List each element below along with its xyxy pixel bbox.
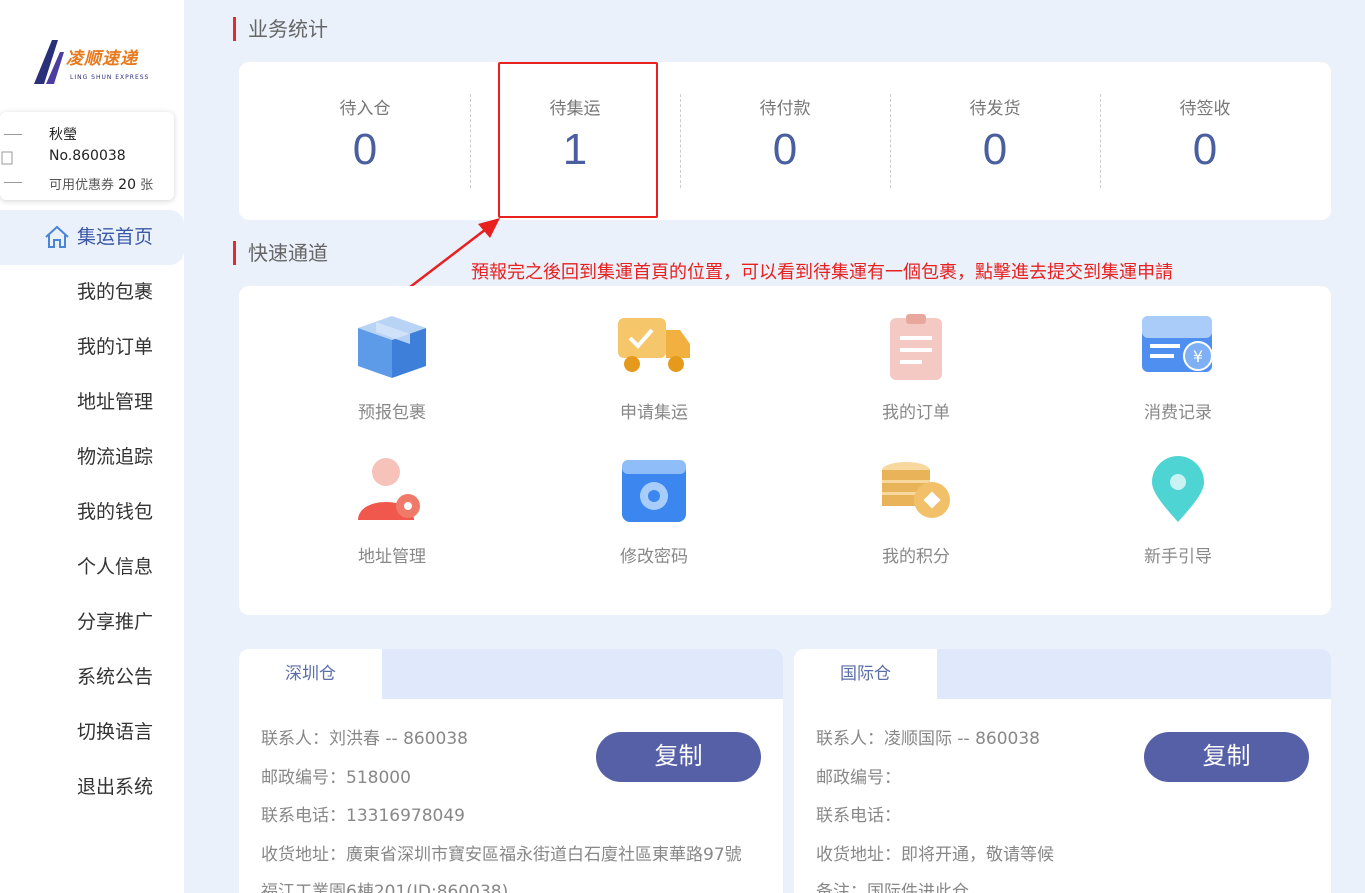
- shipping-address: 收货地址：即将开通，敬请等候: [816, 845, 1054, 865]
- quick-item-label: 申请集运: [620, 403, 688, 423]
- sidebar-item-logout[interactable]: 退出系统: [0, 760, 184, 815]
- quick-item-my-points[interactable]: 我的积分: [841, 456, 991, 567]
- annotation-highlight-box: [498, 62, 658, 218]
- quick-item-forecast-package[interactable]: 预报包裹: [317, 312, 467, 423]
- stat-value: 0: [982, 125, 1008, 174]
- copy-button[interactable]: 复制: [1144, 732, 1309, 782]
- remarks: 备注：国际件进此仓: [816, 882, 969, 893]
- avatar[interactable]: [0, 132, 26, 184]
- stat-pending-receipt[interactable]: 待签收 0: [1100, 94, 1310, 175]
- coupon-unit: 张: [140, 178, 154, 193]
- location-pin-icon: [1138, 456, 1218, 536]
- shipping-address-cont: 福江工業園6棟201(ID:860038): [261, 882, 509, 893]
- contact-phone: 联系电话：: [816, 806, 901, 826]
- package-box-icon: [352, 312, 432, 392]
- postal-code: 邮政编号：518000: [261, 768, 411, 788]
- quick-item-label: 我的积分: [882, 547, 950, 567]
- coupon-label: 可用优惠券: [49, 178, 115, 193]
- stat-label: 待入仓: [339, 99, 391, 119]
- coins-icon: [876, 456, 956, 536]
- warehouse-card-shenzhen: 深圳仓 联系人：刘洪春 -- 860038 邮政编号：518000 联系电话：1…: [239, 649, 783, 893]
- stat-pending-payment[interactable]: 待付款 0: [680, 94, 890, 175]
- quick-item-address-management[interactable]: 地址管理: [317, 456, 467, 567]
- quick-item-label: 地址管理: [358, 547, 426, 567]
- stat-pending-inbound[interactable]: 待入仓 0: [260, 94, 470, 175]
- quick-section-title: 快速通道: [233, 241, 328, 265]
- sidebar-item-profile[interactable]: 个人信息: [0, 540, 184, 595]
- quick-item-label: 新手引导: [1144, 547, 1212, 567]
- quick-access-card: 预报包裹 申请集运 我的订单 ¥ 消费记录 地址管理 修改密码 我的积分 新手引…: [239, 286, 1331, 615]
- logo[interactable]: 凌顺速递 LING SHUN EXPRESS: [30, 34, 150, 88]
- contact-person: 联系人：刘洪春 -- 860038: [261, 729, 468, 749]
- quick-item-my-orders[interactable]: 我的订单: [841, 312, 991, 423]
- stat-label: 待发货: [969, 99, 1021, 119]
- tab-shenzhen-warehouse[interactable]: 深圳仓: [239, 649, 382, 699]
- coupon-info: 可用优惠券 20 张: [49, 174, 153, 193]
- logo-text: 凌顺速递: [66, 49, 138, 69]
- sidebar-item-language[interactable]: 切换语言: [0, 705, 184, 760]
- quick-item-beginner-guide[interactable]: 新手引导: [1103, 456, 1253, 567]
- gear-box-icon: [614, 456, 694, 536]
- copy-button[interactable]: 复制: [596, 732, 761, 782]
- sidebar-item-orders[interactable]: 我的订单: [0, 320, 184, 375]
- stat-label: 待付款: [759, 99, 811, 119]
- stats-card: 待入仓 0 待集运 1 待付款 0 待发货 0 待签收 0: [239, 62, 1331, 220]
- stat-pending-shipment[interactable]: 待发货 0: [890, 94, 1100, 175]
- tab-international-warehouse[interactable]: 国际仓: [794, 649, 937, 699]
- logo-mark-icon: [34, 40, 64, 84]
- stat-value: 0: [772, 125, 798, 174]
- user-settings-icon: [352, 456, 432, 536]
- sidebar: 凌顺速递 LING SHUN EXPRESS 秋瑩 No.860038 可用优惠…: [0, 0, 184, 893]
- clipboard-icon: [876, 312, 956, 392]
- sidebar-item-tracking[interactable]: 物流追踪: [0, 430, 184, 485]
- contact-person: 联系人：凌顺国际 -- 860038: [816, 729, 1040, 749]
- quick-item-label: 修改密码: [620, 547, 688, 567]
- sidebar-item-address[interactable]: 地址管理: [0, 375, 184, 430]
- sidebar-item-label: 集运首页: [77, 226, 154, 248]
- sidebar-item-share[interactable]: 分享推广: [0, 595, 184, 650]
- user-card: 秋瑩 No.860038 可用优惠券 20 张: [0, 112, 174, 200]
- stat-label: 待签收: [1179, 99, 1231, 119]
- quick-item-label: 我的订单: [882, 403, 950, 423]
- quick-item-label: 消费记录: [1144, 403, 1212, 423]
- warehouse-tabbar: 国际仓: [794, 649, 1331, 699]
- svg-text:¥: ¥: [1193, 347, 1203, 366]
- stat-value: 0: [352, 125, 378, 174]
- home-icon: [45, 225, 69, 248]
- user-name: 秋瑩: [49, 127, 77, 143]
- quick-item-label: 预报包裹: [358, 403, 426, 423]
- logo-subtitle: LING SHUN EXPRESS: [70, 74, 150, 81]
- user-number: No.860038: [49, 148, 126, 164]
- warehouse-card-international: 国际仓 联系人：凌顺国际 -- 860038 邮政编号： 联系电话： 收货地址：…: [794, 649, 1331, 893]
- sidebar-item-home[interactable]: 集运首页: [0, 210, 184, 265]
- coupon-count: 20: [118, 177, 136, 193]
- quick-item-apply-consolidation[interactable]: 申请集运: [579, 312, 729, 423]
- sidebar-item-packages[interactable]: 我的包裹: [0, 265, 184, 320]
- sidebar-nav: 集运首页 我的包裹 我的订单 地址管理 物流追踪 我的钱包 个人信息 分享推广 …: [0, 210, 184, 815]
- contact-phone: 联系电话：13316978049: [261, 806, 465, 826]
- quick-item-change-password[interactable]: 修改密码: [579, 456, 729, 567]
- warehouse-tabbar: 深圳仓: [239, 649, 783, 699]
- stat-value: 0: [1192, 125, 1218, 174]
- delivery-truck-icon: [614, 312, 694, 392]
- sidebar-item-announcements[interactable]: 系统公告: [0, 650, 184, 705]
- sidebar-item-wallet[interactable]: 我的钱包: [0, 485, 184, 540]
- stats-section-title: 业务统计: [233, 17, 328, 41]
- shipping-address: 收货地址：廣東省深圳市寶安區福永街道白石廈社區東華路97號: [261, 845, 742, 865]
- card-yen-icon: ¥: [1138, 312, 1218, 392]
- annotation-text: 預報完之後回到集運首頁的位置，可以看到待集運有一個包裹，點擊進去提交到集運申請: [471, 262, 1173, 283]
- quick-item-spending-records[interactable]: ¥ 消费记录: [1103, 312, 1253, 423]
- postal-code: 邮政编号：: [816, 768, 901, 788]
